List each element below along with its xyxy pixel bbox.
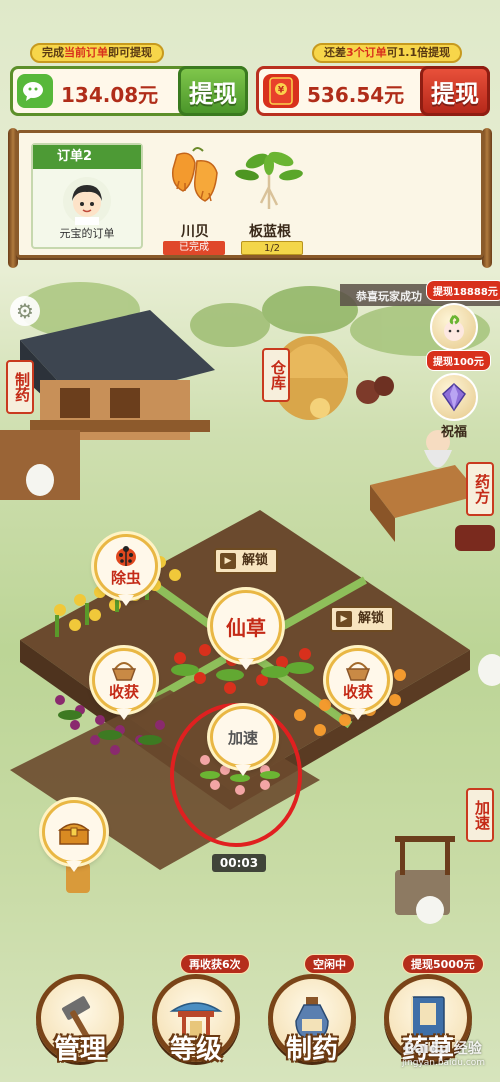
unlock-plot-button[interactable]: 解锁: [330, 606, 395, 632]
ladybug-icon: [116, 545, 136, 566]
pest-bubble[interactable]: 除虫: [94, 534, 158, 606]
harvest-bubble-left[interactable]: 收获: [92, 648, 156, 720]
banlangen-icon: [233, 147, 305, 213]
side-badge-blessing[interactable]: 提现100元 祝福: [426, 350, 491, 440]
wechat-balance-box: 134.08元 提现: [10, 66, 248, 116]
item-progress-badge: 1/2: [241, 241, 303, 255]
watermark-url: jingyan.baidu.com: [402, 1058, 486, 1068]
harvest-bubble-right[interactable]: 收获: [326, 648, 390, 720]
redpacket-amount: 536.54元: [307, 83, 405, 107]
nav-make-medicine[interactable]: 制药: [262, 968, 362, 1068]
redpacket-balance-box: ¥ 536.54元 提现: [256, 66, 490, 116]
item-name: 板蓝根: [249, 224, 291, 240]
marquee-text: 恭喜玩家成功: [356, 290, 422, 303]
sign-warehouse[interactable]: 仓库: [262, 348, 290, 402]
order-card[interactable]: 订单2 元宝的订单: [31, 143, 143, 249]
speedup-bubble[interactable]: 加速: [210, 706, 276, 776]
hint-text: 可1.1倍提现: [386, 46, 451, 59]
harvest-label: 收获: [342, 682, 373, 701]
nav-level[interactable]: 等级: [146, 968, 246, 1068]
crystal-icon: [430, 373, 478, 421]
chuanbei-icon: [163, 145, 227, 207]
sign-make-medicine[interactable]: 制药: [6, 360, 34, 414]
hint-text: 完成: [42, 46, 64, 59]
order-owner: 元宝的订单: [59, 227, 115, 240]
hint-text: 即可提现: [108, 46, 152, 59]
order-panel: 订单2 元宝的订单 川贝 已完成 板蓝根 1/2: [16, 130, 484, 258]
chest-bubble[interactable]: [42, 800, 106, 872]
fairy-herb-icon: [430, 303, 478, 351]
sign-prescription[interactable]: 药方: [466, 462, 494, 516]
nav-label: 等级: [169, 1035, 222, 1065]
item-name: 川贝: [181, 224, 209, 240]
sign-speedup[interactable]: 加速: [466, 788, 494, 842]
herb-bubble[interactable]: 仙草: [210, 590, 282, 670]
order-title: 订单2: [33, 145, 141, 169]
badge-tag: 提现100元: [426, 350, 491, 371]
nav-manage[interactable]: 管理: [30, 968, 130, 1068]
gear-icon[interactable]: ⚙: [10, 296, 40, 326]
item-status-badge: 已完成: [163, 241, 225, 255]
hint-highlight: 3个订单: [346, 46, 387, 59]
hint-highlight: 当前订单: [64, 46, 108, 59]
grow-timer: 00:03: [212, 854, 266, 872]
badge-label: 祝福: [440, 425, 467, 440]
harvest-label: 收获: [108, 682, 139, 701]
nav-label: 管理: [53, 1035, 106, 1065]
red-packet-icon: ¥: [263, 74, 299, 108]
withdraw-button-redpacket[interactable]: 提现: [420, 66, 490, 116]
wechat-amount: 134.08元: [61, 83, 159, 107]
withdraw-button-wechat[interactable]: 提现: [178, 66, 248, 116]
pest-label: 除虫: [110, 568, 141, 587]
treasure-chest-icon: [57, 823, 91, 845]
nav-label: 制药: [285, 1035, 338, 1065]
wechat-icon: [17, 74, 53, 108]
svg-text:¥: ¥: [278, 86, 285, 96]
watermark: Baidu 经验: [404, 1041, 482, 1057]
basket-icon: [345, 661, 371, 681]
hint-text: 还差: [324, 46, 346, 59]
avatar: [63, 177, 111, 225]
basket-icon: [111, 661, 137, 681]
left-withdraw-hint: 完成当前订单即可提现: [30, 43, 164, 63]
unlock-plot-button[interactable]: 解锁: [214, 548, 279, 574]
right-withdraw-hint: 还差3个订单可1.1倍提现: [312, 43, 463, 63]
badge-tag: 提现18888元: [426, 280, 500, 301]
